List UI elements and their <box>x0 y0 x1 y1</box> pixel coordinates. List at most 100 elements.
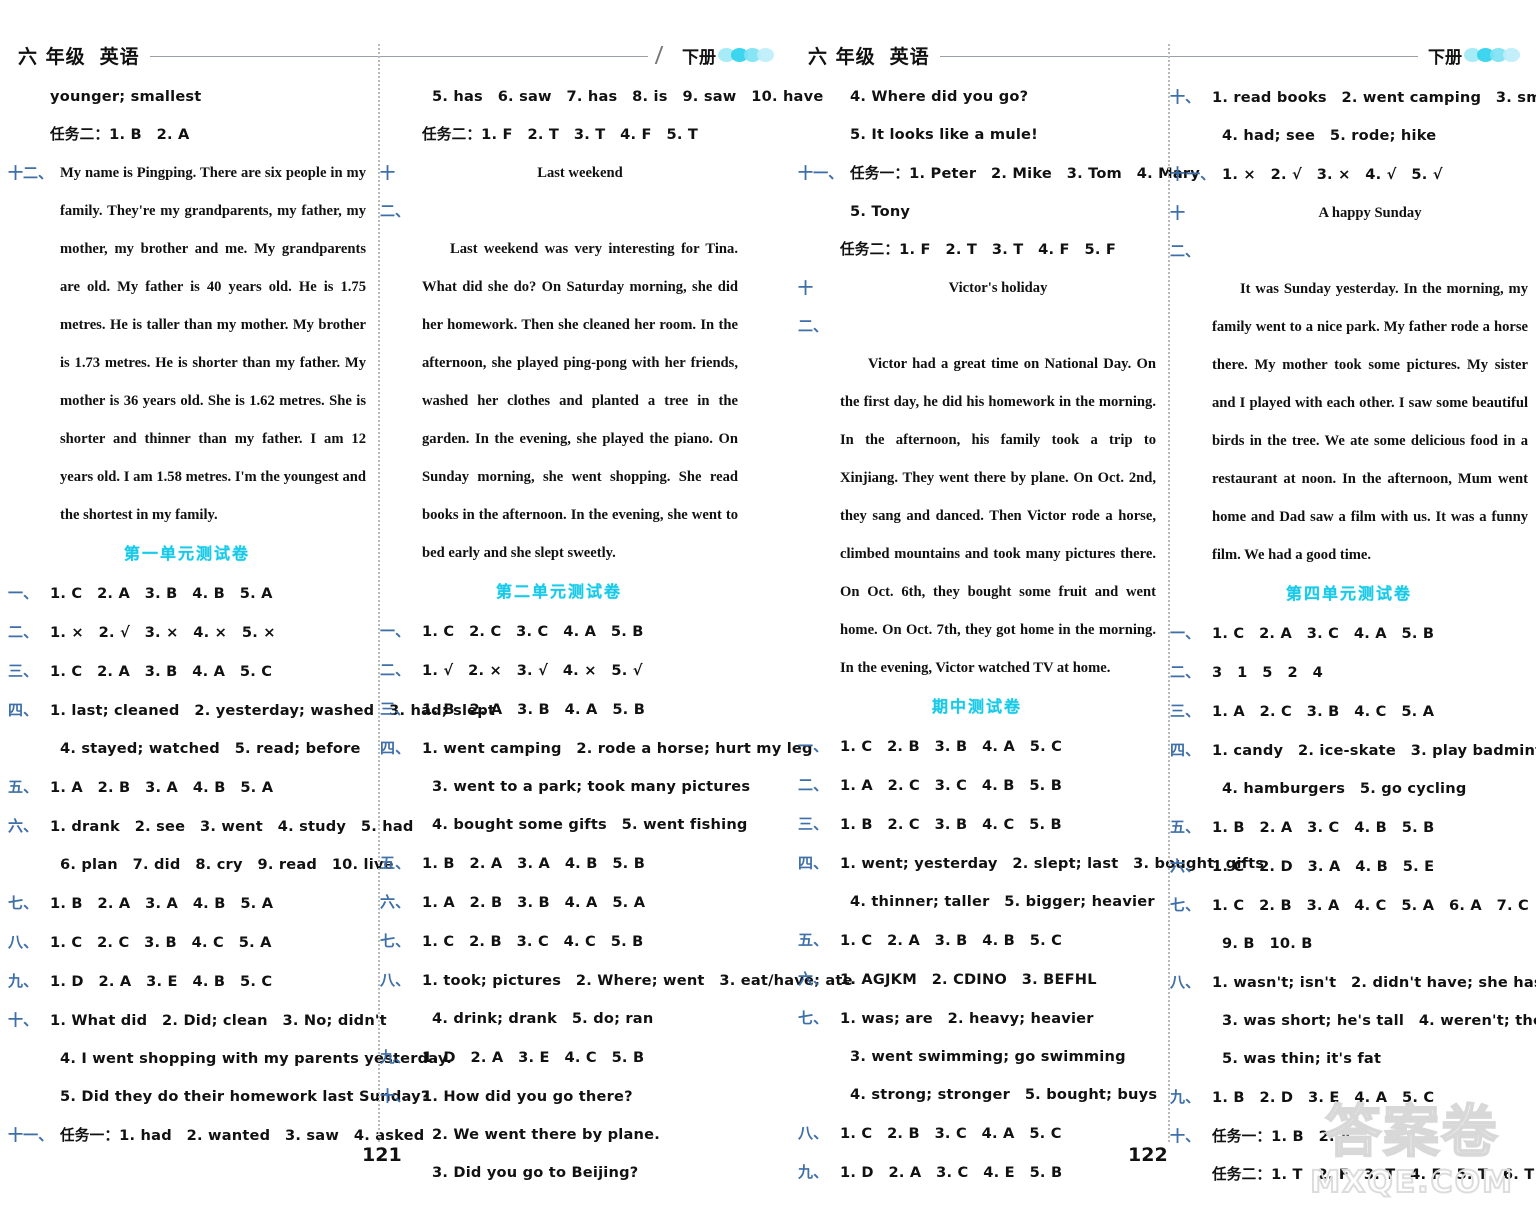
column-1: younger; smallest 任务二：1. B 2. A 十二、 My name… <box>0 44 495 1192</box>
header-rule-right <box>939 55 1418 57</box>
answer-number: 七、 <box>798 1009 829 1027</box>
answer-line: 十一、 1. × 2. √ 3. × 4. √ 5. √ <box>1170 155 1528 194</box>
answer-line: 五、 1. A 2. B 3. A 4. B 5. A <box>8 768 366 807</box>
answer-line: 5. has 6. saw 7. has 8. is 9. saw 10. ha… <box>380 78 823 116</box>
answer-line: 9. B 10. B <box>1170 925 1528 963</box>
answer-text: 4. stayed; watched 5. read; before <box>60 740 361 757</box>
answer-number: 七、 <box>1170 896 1201 914</box>
answer-text: 1. C 2. A 3. B 4. A 5. C <box>50 663 273 680</box>
section-heading: 期中测试卷 <box>931 697 1022 716</box>
answer-line: 5. It looks like a mule! <box>798 116 1156 154</box>
answer-text: 1. B 2. D 3. E 4. A 5. C <box>1212 1089 1435 1106</box>
answer-line: 九、 1. D 2. A 3. E 4. C 5. B <box>380 1038 738 1077</box>
answer-text: 1. candy 2. ice-skate 3. play badminton <box>1212 742 1536 759</box>
header-slash-icon <box>654 46 678 64</box>
answer-text: 3 1 5 2 4 <box>1212 664 1323 681</box>
answer-number: 一、 <box>1170 624 1201 642</box>
answer-line: 八、 1. took; pictures 2. Where; went 3. ea… <box>380 961 853 1000</box>
answer-number: 五、 <box>380 854 411 872</box>
answer-line: 任务二：1. T 2. F 3. T 4. F 5. T 6. T <box>1170 1156 1534 1194</box>
passage-number: 十二、 <box>380 164 411 220</box>
answer-text: 3. was short; he's tall 4. weren't; they… <box>1222 1012 1536 1029</box>
answer-number: 六、 <box>798 970 829 988</box>
header-volume-group-right: 下册 <box>1428 43 1520 68</box>
answer-line: 五、 1. B 2. A 3. C 4. B 5. B <box>1170 808 1528 847</box>
answer-text: 1. C 2. B 3. B 4. A 5. C <box>840 738 1063 755</box>
answer-line: 3. was short; he's tall 4. weren't; they… <box>1170 1002 1536 1040</box>
running-header-left: 六 年级 英语 下册 <box>0 42 790 68</box>
answer-number: 四、 <box>380 739 411 757</box>
answer-number: 三、 <box>1170 702 1201 720</box>
answer-text: 任务二：1. B 2. A <box>50 126 190 143</box>
answer-line: 三、 1. A 2. C 3. B 4. C 5. A <box>1170 692 1528 731</box>
passage-text: It was Sunday yesterday. In the morning,… <box>1212 281 1528 563</box>
answer-line: 五、 1. C 2. A 3. B 4. B 5. C <box>798 921 1156 960</box>
answer-text: 1. was; are 2. heavy; heavier <box>840 1010 1094 1027</box>
answer-text: 5. It looks like a mule! <box>850 126 1038 143</box>
answer-text: 1. A 2. C 3. B 4. C 5. A <box>1212 703 1435 720</box>
header-volume: 下册 <box>682 47 716 68</box>
answer-text: 任务二：1. T 2. F 3. T 4. F 5. T 6. T <box>1212 1166 1535 1183</box>
header-volume-group: 下册 <box>682 43 774 68</box>
answer-text: younger; smallest <box>50 88 202 105</box>
answer-line: 3. Did you go to Beijing? <box>380 1154 738 1192</box>
header-rule <box>149 55 648 57</box>
answer-text: 4. thinner; taller 5. bigger; heavier <box>850 893 1155 910</box>
passage-number: 十二、 <box>8 164 54 182</box>
answer-text: 4. hamburgers 5. go cycling <box>1222 780 1467 797</box>
answer-number: 十、 <box>1170 1127 1201 1145</box>
answer-number: 四、 <box>1170 741 1201 759</box>
answer-number: 二、 <box>1170 663 1201 681</box>
running-header-right: 六 年级 英语 下册 <box>790 42 1536 68</box>
answer-text: 1. B 2. A 3. C 4. B 5. B <box>1212 819 1435 836</box>
answer-text: 9. B 10. B <box>1222 935 1313 952</box>
answer-text: 4. drink; drank 5. do; ran <box>432 1010 654 1027</box>
answer-number: 六、 <box>380 893 411 911</box>
answer-text: 1. C 2. A 3. B 4. B 5. C <box>840 932 1063 949</box>
answer-number: 一、 <box>8 584 39 602</box>
answer-number: 六、 <box>8 817 39 835</box>
answer-line: 十、 任务一：1. B 2. A <box>1170 1117 1528 1156</box>
answer-text: 1. C 2. C 3. C 4. A 5. B <box>422 623 644 640</box>
answer-line: 八、 1. C 2. C 3. B 4. C 5. A <box>8 923 366 962</box>
answer-line: 3. went swimming; go swimming <box>798 1038 1156 1076</box>
answer-text: 1. × 2. √ 3. × 4. √ 5. √ <box>1222 166 1443 183</box>
answer-text: 1. C 2. B 3. C 4. A 5. C <box>840 1125 1062 1142</box>
answer-text: 1. took; pictures 2. Where; went 3. eat/… <box>422 972 853 989</box>
right-columns: 4. Where did you go? 5. It looks like a m… <box>790 44 1536 1194</box>
passage-text: Last weekend was very interesting for Ti… <box>422 241 738 561</box>
answer-number: 十一、 <box>798 164 844 182</box>
answer-number: 三、 <box>380 700 411 718</box>
answer-number: 七、 <box>380 932 411 950</box>
column-2: 5. has 6. saw 7. has 8. is 9. saw 10. ha… <box>372 78 853 1192</box>
answer-text: 4. Where did you go? <box>850 88 1029 105</box>
page-number-left: 121 <box>362 1144 402 1166</box>
answer-line: 4. strong; stronger 5. bought; buys <box>798 1076 1157 1114</box>
answer-line: 十、 1. read books 2. went camping 3. small… <box>1170 78 1536 117</box>
answer-line: 六、 1. C 2. D 3. A 4. B 5. E <box>1170 847 1528 886</box>
answer-line: 十一、 任务一：1. had 2. wanted 3. saw 4. asked <box>8 1116 424 1155</box>
answer-line: 4. I went shopping with my parents yeste… <box>8 1040 452 1078</box>
answer-text: 任务一：1. B 2. A <box>1212 1128 1352 1145</box>
header-volume-right: 下册 <box>1428 47 1462 68</box>
answer-text: 1. wasn't; isn't 2. didn't have; she has <box>1212 974 1536 991</box>
answer-text: 1. A 2. B 3. A 4. B 5. A <box>50 779 274 796</box>
answer-text: 1. AGJKM 2. CDINO 3. BEFHL <box>840 971 1097 988</box>
answer-line: 4. drink; drank 5. do; ran <box>380 1000 738 1038</box>
answer-text: 1. B 2. A 3. B 4. A 5. B <box>422 701 646 718</box>
answer-line: 二、 1. × 2. √ 3. × 4. × 5. × <box>8 613 366 652</box>
answer-line: 六、 1. A 2. B 3. B 4. A 5. A <box>380 883 738 922</box>
answer-line: 2. We went there by plane. <box>380 1116 738 1154</box>
bubbles-icon <box>718 48 774 62</box>
answer-number: 十一、 <box>8 1126 54 1144</box>
answer-line: 八、 1. wasn't; isn't 2. didn't have; she h… <box>1170 963 1536 1002</box>
passage-block: 十二、 Victor's holiday Victor had a great ti… <box>798 269 1156 687</box>
answer-line: 4. Where did you go? <box>798 78 1156 116</box>
answer-line: 4. had; see 5. rode; hike <box>1170 117 1528 155</box>
answer-line: 4. stayed; watched 5. read; before <box>8 730 366 768</box>
answer-number: 三、 <box>798 815 829 833</box>
passage-title: Victor's holiday <box>948 280 1048 296</box>
answer-number: 二、 <box>8 623 39 641</box>
passage-title: A happy Sunday <box>1318 205 1422 221</box>
answer-line: younger; smallest <box>8 78 366 116</box>
